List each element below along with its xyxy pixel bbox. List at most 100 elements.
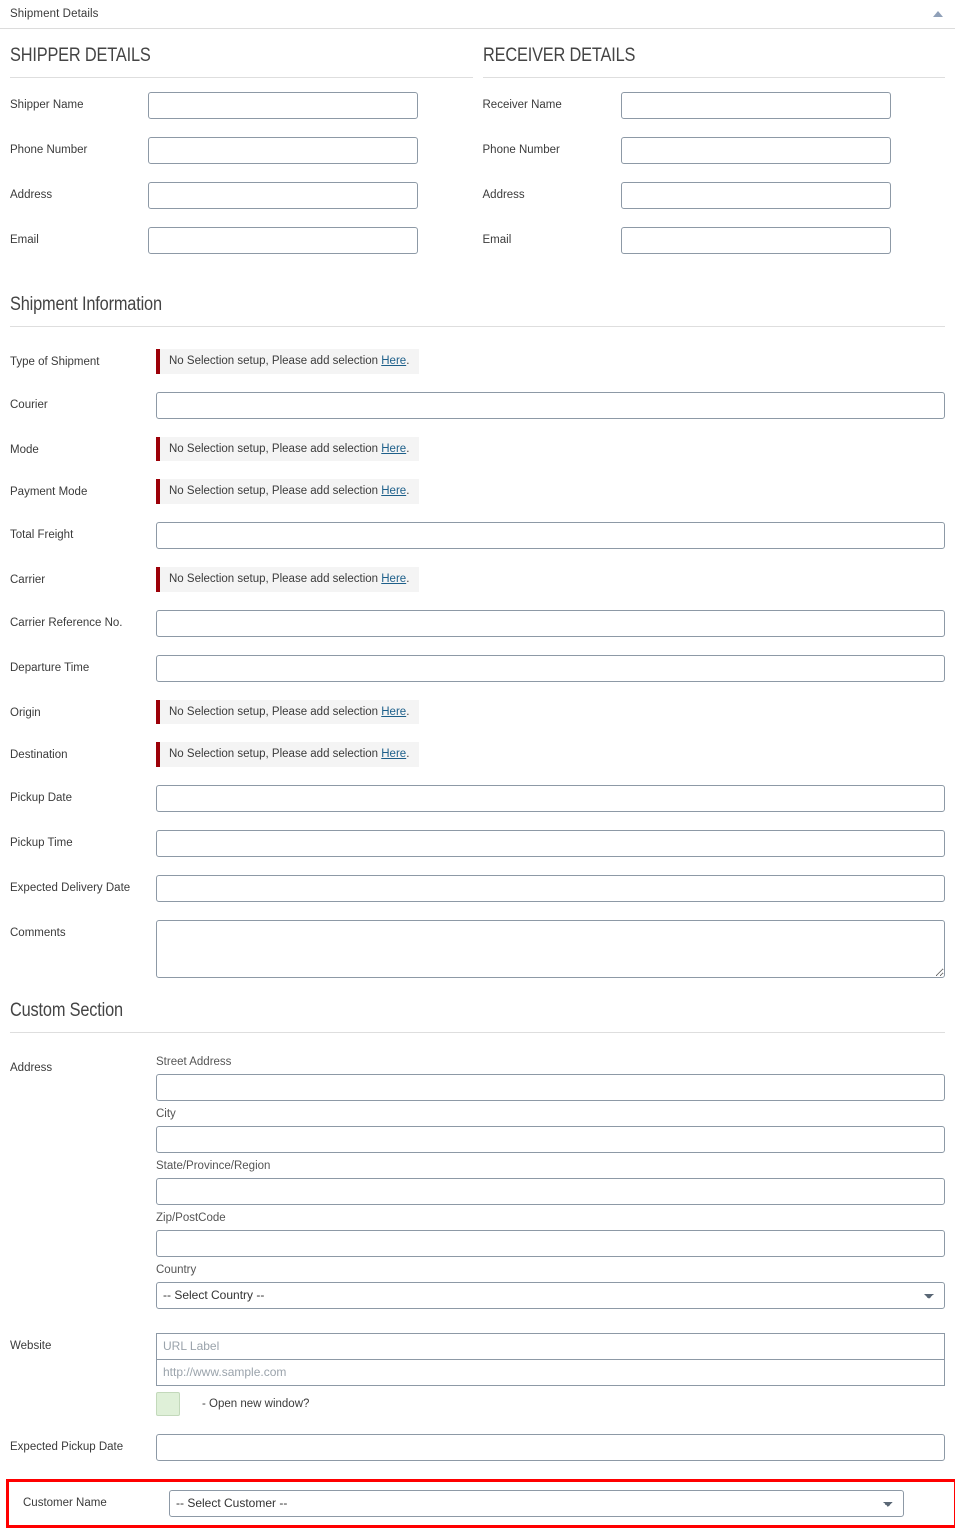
departure-time-input[interactable] bbox=[156, 654, 945, 682]
field-row-shipper-name: Shipper Name bbox=[10, 92, 473, 119]
alert-here-link[interactable]: Here bbox=[381, 355, 406, 367]
shipper-phone-input[interactable] bbox=[148, 137, 418, 164]
field-row-pickup-date: Pickup Date bbox=[10, 785, 945, 813]
field-row-comments: Comments bbox=[10, 920, 945, 979]
alert-text-suffix: . bbox=[406, 748, 410, 761]
label-receiver-name: Receiver Name bbox=[482, 99, 562, 111]
custom-section-rule bbox=[10, 1032, 945, 1034]
label-expected-pickup-date: Expected Pickup Date bbox=[10, 1440, 124, 1453]
field-row-receiver-name: Receiver Name bbox=[483, 92, 946, 119]
state-province-region-input[interactable] bbox=[156, 1177, 945, 1205]
alert-no-selection-origin: No Selection setup, Please add selection… bbox=[156, 699, 420, 725]
subfield-zip: Zip/PostCode bbox=[156, 1211, 945, 1257]
receiver-name-input[interactable] bbox=[620, 92, 891, 119]
panel-header[interactable]: Shipment Details bbox=[0, 0, 955, 29]
customer-name-select[interactable]: -- Select Customer -- bbox=[169, 1489, 904, 1517]
shipper-address-input[interactable] bbox=[148, 182, 418, 209]
alert-no-selection-type-of-shipment: No Selection setup, Please add selection… bbox=[156, 349, 420, 374]
url-label-input[interactable] bbox=[156, 1332, 945, 1360]
label-street-address: Street Address bbox=[156, 1056, 232, 1069]
shipper-heading-rule bbox=[10, 77, 473, 78]
custom-section-heading: Custom Section bbox=[10, 1000, 123, 1022]
label-mode: Mode bbox=[10, 443, 39, 456]
alert-here-link[interactable]: Here bbox=[381, 706, 406, 718]
caret-up-icon[interactable] bbox=[933, 11, 943, 17]
receiver-address-input[interactable] bbox=[620, 182, 891, 209]
alert-text-prefix: No Selection setup, Please add selection bbox=[169, 442, 382, 455]
country-select[interactable]: -- Select Country -- bbox=[156, 1281, 945, 1309]
expected-pickup-date-input[interactable] bbox=[156, 1433, 945, 1461]
shipment-information-fields: Type of Shipment No Selection setup, Ple… bbox=[10, 341, 945, 979]
panel-title: Shipment Details bbox=[10, 8, 99, 20]
open-new-window-checkbox[interactable] bbox=[156, 1391, 180, 1416]
courier-input[interactable] bbox=[156, 391, 945, 419]
control-receiver-email bbox=[620, 227, 891, 254]
pickup-time-input[interactable] bbox=[156, 830, 945, 858]
shipper-receiver-columns: SHIPPER DETAILS Shipper Name Phone Numbe… bbox=[10, 29, 945, 272]
control-carrier-reference-no bbox=[156, 609, 945, 637]
control-destination: No Selection setup, Please add selection… bbox=[156, 742, 945, 768]
url-input[interactable] bbox=[156, 1358, 945, 1386]
expected-delivery-date-input[interactable] bbox=[156, 875, 945, 903]
pickup-date-input[interactable] bbox=[156, 785, 945, 813]
label-courier: Courier bbox=[10, 398, 48, 411]
form-page: SHIPPER DETAILS Shipper Name Phone Numbe… bbox=[0, 29, 955, 1528]
control-receiver-address bbox=[620, 182, 891, 209]
alert-here-link[interactable]: Here bbox=[381, 443, 406, 455]
control-shipper-phone bbox=[148, 137, 418, 164]
control-pickup-time bbox=[156, 830, 945, 858]
control-origin: No Selection setup, Please add selection… bbox=[156, 699, 945, 725]
control-expected-pickup-date bbox=[156, 1433, 945, 1461]
shipment-information-section: Shipment Information Type of Shipment No… bbox=[10, 294, 945, 979]
label-website: Website bbox=[10, 1339, 52, 1352]
control-shipper-address bbox=[148, 182, 418, 209]
control-address-group: Street Address City State/Province/Regio… bbox=[156, 1055, 945, 1315]
alert-here-link[interactable]: Here bbox=[381, 748, 406, 760]
field-row-customer-name: Customer Name -- Select Customer -- bbox=[9, 1489, 948, 1517]
control-courier bbox=[156, 391, 945, 419]
alert-no-selection-mode: No Selection setup, Please add selection… bbox=[156, 436, 420, 462]
subfield-street-address: Street Address bbox=[156, 1055, 945, 1101]
shipper-name-input[interactable] bbox=[148, 92, 418, 119]
alert-here-link[interactable]: Here bbox=[381, 573, 406, 585]
control-receiver-phone bbox=[620, 137, 891, 164]
field-row-carrier: Carrier No Selection setup, Please add s… bbox=[10, 567, 945, 592]
city-input[interactable] bbox=[156, 1125, 945, 1153]
subfield-city: City bbox=[156, 1107, 945, 1153]
open-new-window-label: - Open new window? bbox=[202, 1397, 310, 1410]
field-row-expected-pickup-date: Expected Pickup Date bbox=[10, 1433, 945, 1461]
receiver-email-input[interactable] bbox=[620, 227, 891, 254]
label-comments: Comments bbox=[10, 927, 66, 940]
shipper-details-heading: SHIPPER DETAILS bbox=[10, 45, 151, 66]
field-row-type-of-shipment: Type of Shipment No Selection setup, Ple… bbox=[10, 349, 945, 374]
zip-postcode-input[interactable] bbox=[156, 1229, 945, 1257]
field-row-shipper-phone: Phone Number bbox=[10, 137, 473, 164]
alert-no-selection-payment-mode: No Selection setup, Please add selection… bbox=[156, 479, 420, 505]
field-row-carrier-reference-no: Carrier Reference No. bbox=[10, 609, 945, 637]
receiver-details-heading: RECEIVER DETAILS bbox=[482, 45, 635, 66]
field-row-destination: Destination No Selection setup, Please a… bbox=[10, 742, 945, 768]
subfield-country: Country -- Select Country -- bbox=[156, 1263, 945, 1309]
street-address-input[interactable] bbox=[156, 1073, 945, 1101]
alert-text-prefix: No Selection setup, Please add selection bbox=[169, 748, 382, 761]
label-total-freight: Total Freight bbox=[10, 529, 74, 542]
label-destination: Destination bbox=[10, 749, 68, 762]
field-row-mode: Mode No Selection setup, Please add sele… bbox=[10, 436, 945, 462]
label-receiver-email: Email bbox=[482, 234, 512, 246]
shipper-email-input[interactable] bbox=[148, 227, 418, 254]
alert-text-suffix: . bbox=[406, 573, 410, 586]
carrier-reference-no-input[interactable] bbox=[156, 609, 945, 637]
alert-text-prefix: No Selection setup, Please add selection bbox=[169, 485, 382, 498]
alert-here-link[interactable]: Here bbox=[381, 485, 406, 497]
field-row-website: Website - Open new window? bbox=[10, 1332, 945, 1416]
control-departure-time bbox=[156, 654, 945, 682]
shipment-information-rule bbox=[10, 326, 945, 327]
field-row-shipper-address: Address bbox=[10, 182, 473, 209]
alert-text-suffix: . bbox=[406, 485, 410, 498]
receiver-phone-input[interactable] bbox=[620, 137, 891, 164]
total-freight-input[interactable] bbox=[156, 522, 945, 550]
control-payment-mode: No Selection setup, Please add selection… bbox=[156, 479, 945, 505]
receiver-details-column: RECEIVER DETAILS Receiver Name Phone Num… bbox=[482, 45, 946, 272]
label-pickup-date: Pickup Date bbox=[10, 792, 73, 805]
comments-textarea[interactable] bbox=[156, 920, 945, 979]
